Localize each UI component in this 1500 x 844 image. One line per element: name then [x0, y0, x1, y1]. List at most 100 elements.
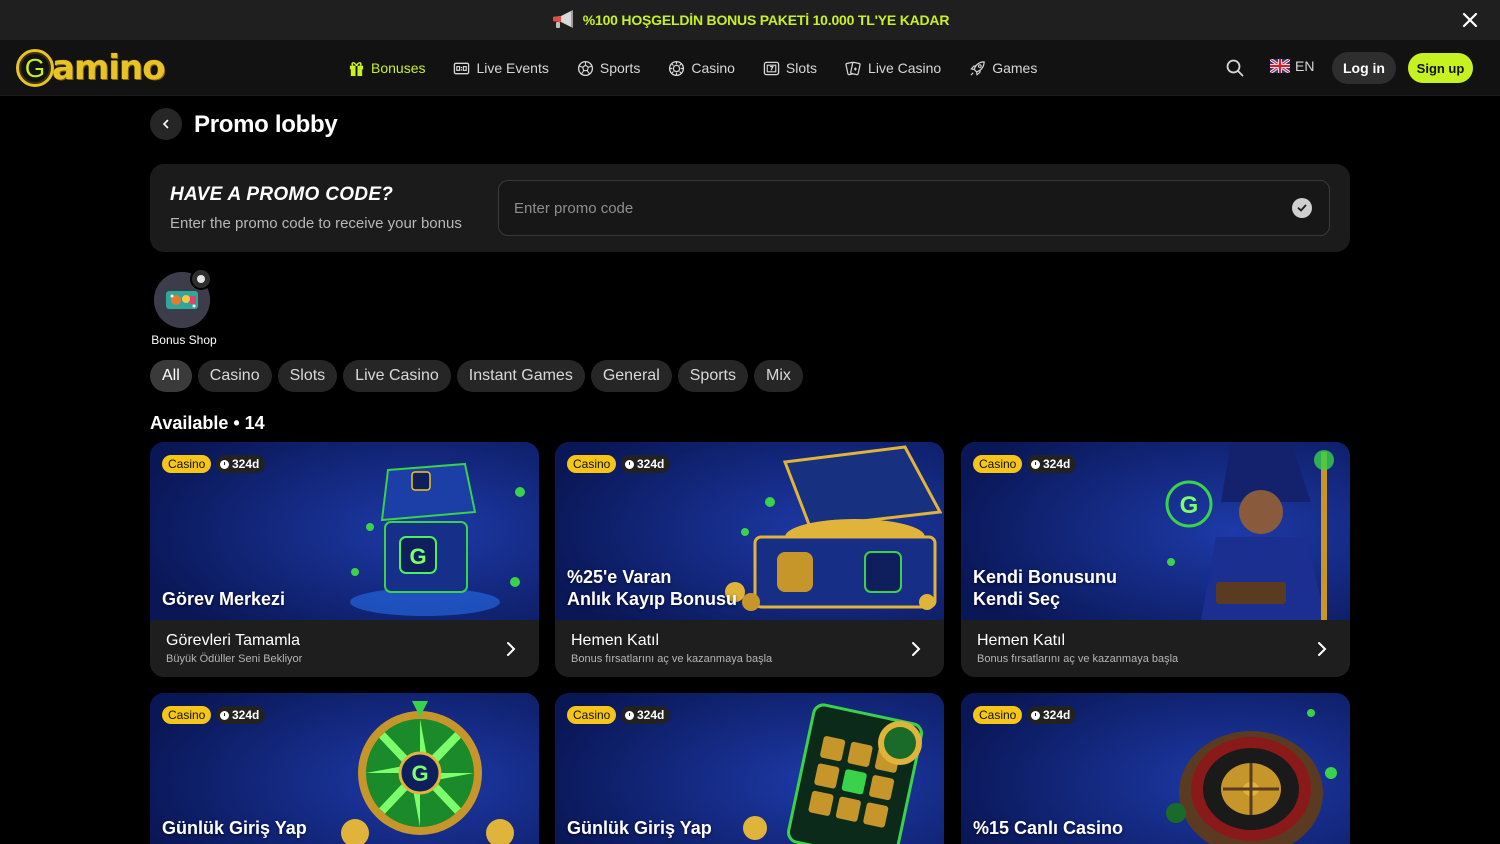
card-footer: Görevleri Tamamla Büyük Ödüller Seni Bek… [150, 620, 539, 677]
card-image: G Casino 324d Günlük Giriş Yap [150, 693, 539, 844]
nav-casino[interactable]: Casino [654, 40, 749, 96]
notification-dot [190, 268, 212, 290]
category-badge: Casino [973, 706, 1023, 724]
filter-sports[interactable]: Sports [677, 360, 748, 392]
nav-label: Slots [785, 60, 818, 76]
filter-instant-games[interactable]: Instant Games [456, 360, 585, 392]
card-title-line-1: %25'e Varan [567, 567, 672, 587]
rocket-icon [970, 60, 985, 76]
promo-subtext: Enter the promo code to receive your bon… [170, 215, 462, 232]
card-image: Casino 324d %25'e Varan Anlık Kayıp Bonu… [555, 442, 944, 620]
login-button[interactable]: Log in [1332, 52, 1396, 84]
signup-button[interactable]: Sign up [1408, 53, 1473, 83]
card-footer-title: Hemen Katıl [977, 632, 1066, 649]
bonus-shop-label: Bonus Shop [151, 333, 217, 347]
card-title: %15 Canlı Casino [973, 818, 1124, 838]
card-footer-subtitle: Bonus fırsatlarını aç ve kazanmaya başla [977, 653, 1179, 665]
card-image: G Casino 324d Kendi Bonusunu Kendi Seç [961, 442, 1350, 620]
logo-text: amino [52, 48, 166, 88]
nav-live-casino[interactable]: Live Casino [831, 40, 955, 96]
filter-live-casino[interactable]: Live Casino [343, 360, 451, 392]
promo-card[interactable]: Casino 324d %15 Canlı Casino [961, 693, 1350, 844]
card-image: Casino 324d %15 Canlı Casino [961, 693, 1350, 844]
clock-icon [625, 710, 634, 720]
time-badge: 324d [621, 706, 671, 724]
back-button[interactable] [150, 108, 182, 140]
nav-games[interactable]: Games [955, 40, 1051, 96]
category-badge: Casino [162, 455, 212, 473]
nav-bonuses[interactable]: Bonuses [346, 40, 439, 96]
chevron-left-icon [162, 119, 169, 129]
card-image: Casino 324d Günlük Giriş Yap [555, 693, 944, 844]
promo-card[interactable]: Casino 324d %25'e Varan Anlık Kayıp Bonu… [555, 442, 944, 677]
card-title-line-1: Kendi Bonusunu [973, 567, 1117, 587]
casino-chip-icon [669, 60, 685, 76]
megaphone-icon [552, 10, 573, 28]
logo-g-mark: G [16, 49, 54, 87]
checkmark-icon [1297, 204, 1307, 212]
promo-card[interactable]: G Casino 324d Günlük Giriş Yap [150, 693, 539, 844]
bonus-shop[interactable]: Bonus Shop [150, 268, 218, 350]
gamino-logo[interactable]: G amino [16, 48, 166, 88]
nav-live-events[interactable]: Live Events [439, 40, 562, 96]
clock-icon [220, 710, 229, 720]
card-footer-title: Hemen Katıl [571, 632, 660, 649]
category-badge: Casino [567, 455, 617, 473]
clock-icon [220, 459, 229, 469]
card-footer: Hemen Katıl Bonus fırsatlarını aç ve kaz… [961, 620, 1350, 677]
filter-general[interactable]: General [590, 360, 672, 392]
promo-code-input[interactable] [499, 181, 1279, 235]
card-title-line-2: Kendi Seç [973, 589, 1061, 609]
filter-mix[interactable]: Mix [754, 360, 803, 392]
svg-text:G: G [409, 544, 426, 569]
promo-heading: HAVE A PROMO CODE? [170, 184, 394, 205]
card-footer-subtitle: Büyük Ödüller Seni Bekliyor [166, 653, 303, 665]
gift-icon [349, 61, 364, 76]
clock-icon [1031, 710, 1040, 720]
filter-all[interactable]: All [150, 360, 192, 392]
nav-label: Casino [691, 60, 735, 76]
category-badge: Casino [162, 706, 212, 724]
time-badge: 324d [216, 455, 266, 473]
nav-label: Live Events [476, 60, 549, 76]
filter-casino[interactable]: Casino [197, 360, 272, 392]
time-label: 324d [1043, 457, 1071, 471]
uk-flag-icon [1270, 59, 1290, 73]
language-label: EN [1295, 58, 1315, 74]
promo-card[interactable]: G Casino 324d Görev Merkezi Görevleri Ta… [150, 442, 539, 677]
nav-label: Sports [599, 60, 641, 76]
nav-sports[interactable]: Sports [563, 40, 654, 96]
promo-card[interactable]: Casino 324d Günlük Giriş Yap [555, 693, 944, 844]
chevron-right-icon [1318, 642, 1327, 656]
available-count: Available • 14 [150, 413, 265, 433]
time-label: 324d [637, 457, 665, 471]
card-title: Görev Merkezi [162, 589, 286, 609]
card-footer: Hemen Katıl Bonus fırsatlarını aç ve kaz… [555, 620, 944, 677]
language-selector[interactable]: EN [1270, 58, 1314, 74]
category-filters: All Casino Slots Live Casino Instant Gam… [150, 360, 803, 392]
svg-text:G: G [1180, 492, 1199, 519]
close-icon[interactable] [1460, 10, 1480, 30]
submit-promo-button[interactable] [1292, 198, 1312, 218]
time-badge: 324d [621, 455, 671, 473]
cards-icon [845, 61, 861, 75]
banner-content[interactable]: %100 HOŞGELDİN BONUS PAKETİ 10.000 TL'YE… [551, 10, 949, 30]
nav-label: Games [992, 60, 1038, 76]
search-icon[interactable] [1224, 57, 1246, 79]
promo-code-panel: HAVE A PROMO CODE? Enter the promo code … [150, 164, 1350, 252]
main-nav: Bonuses Live Events Sports Casino Slots … [346, 40, 1051, 96]
nav-label: Live Casino [868, 60, 942, 76]
page-title: Promo lobby [194, 111, 338, 138]
svg-text:G: G [411, 761, 428, 786]
promo-banner: %100 HOŞGELDİN BONUS PAKETİ 10.000 TL'YE… [0, 0, 1500, 40]
time-badge: 324d [1027, 706, 1077, 724]
time-badge: 324d [216, 706, 266, 724]
chevron-right-icon [507, 642, 516, 656]
card-footer-title: Görevleri Tamamla [166, 632, 300, 649]
card-footer-subtitle: Bonus fırsatlarını aç ve kazanmaya başla [571, 653, 773, 665]
filter-slots[interactable]: Slots [277, 360, 338, 392]
slot-machine-icon [763, 61, 780, 75]
clock-icon [625, 459, 634, 469]
promo-card[interactable]: G Casino 324d Kendi Bonusunu Kendi Seç H… [961, 442, 1350, 677]
nav-slots[interactable]: Slots [749, 40, 831, 96]
